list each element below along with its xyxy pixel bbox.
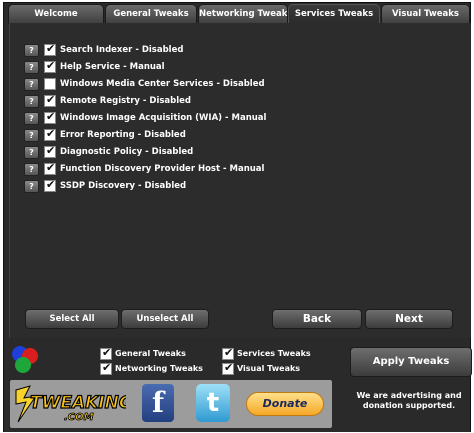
checkmark-icon: ✔: [102, 361, 112, 374]
logo-sub-text: .COM: [64, 412, 94, 423]
services-tweaks-label: Services Tweaks: [237, 349, 311, 358]
service-checkbox[interactable]: ✔: [44, 144, 56, 158]
service-label: Help Service - Manual: [60, 62, 165, 72]
general-tweaks-checkbox[interactable]: ✔: [100, 346, 112, 360]
service-checkbox[interactable]: ✔: [44, 59, 56, 73]
tab-bar: Welcome General Tweaks Networking Tweaks…: [5, 4, 470, 25]
services-panel: ? ✔ Search Indexer - Disabled ? ✔ Help S…: [9, 23, 471, 338]
service-checkbox[interactable]: ✔: [44, 127, 56, 141]
checkmark-icon: ✔: [46, 161, 56, 174]
help-button[interactable]: ?: [24, 78, 39, 91]
service-label: Error Reporting - Disabled: [60, 130, 186, 140]
checkmark-icon: ✔: [46, 42, 56, 55]
donate-button[interactable]: Donate: [246, 392, 324, 416]
checkmark-icon: ✔: [46, 93, 56, 106]
help-button[interactable]: ?: [24, 146, 39, 159]
twitter-icon[interactable]: t: [196, 384, 230, 422]
checkmark-icon: ✔: [224, 346, 234, 359]
checkmark-icon: ✔: [46, 144, 56, 157]
general-tweaks-label: General Tweaks: [115, 349, 186, 358]
service-checkbox[interactable]: ✔: [44, 42, 56, 56]
visual-tweaks-checkbox[interactable]: ✔: [222, 361, 234, 375]
networking-tweaks-checkbox[interactable]: ✔: [100, 361, 112, 375]
service-label: Diagnostic Policy - Disabled: [60, 147, 194, 157]
ad-notice: We are advertising and donation supporte…: [356, 391, 462, 410]
checkmark-icon: ✔: [46, 127, 56, 140]
help-button[interactable]: ?: [24, 180, 39, 193]
service-label: Remote Registry - Disabled: [60, 96, 192, 106]
apply-tweaks-button[interactable]: Apply Tweaks: [350, 347, 472, 377]
service-checkbox[interactable]: [44, 78, 56, 90]
bottom-bar: ✔ General Tweaks ✔ Services Tweaks ✔ Net…: [4, 340, 472, 432]
service-checkbox[interactable]: ✔: [44, 161, 56, 175]
tab-general-tweaks[interactable]: General Tweaks: [105, 4, 197, 24]
visual-tweaks-label: Visual Tweaks: [237, 364, 301, 373]
checkmark-icon: ✔: [46, 178, 56, 191]
select-all-button[interactable]: Select All: [25, 309, 119, 329]
checkmark-icon: ✔: [102, 346, 112, 359]
help-button[interactable]: ?: [24, 112, 39, 125]
help-button[interactable]: ?: [24, 44, 39, 57]
tweaking-logo[interactable]: TWEAKING .COM: [14, 384, 126, 424]
unselect-all-button[interactable]: Unselect All: [121, 309, 209, 329]
color-circles-icon: [12, 346, 38, 373]
tab-services-tweaks[interactable]: Services Tweaks: [288, 4, 380, 25]
networking-tweaks-label: Networking Tweaks: [115, 364, 203, 373]
logo-bar: TWEAKING .COM f t Donate: [10, 380, 332, 428]
checkmark-icon: ✔: [46, 59, 56, 72]
service-checkbox[interactable]: ✔: [44, 110, 56, 124]
checkmark-icon: ✔: [224, 361, 234, 374]
service-checkbox[interactable]: ✔: [44, 93, 56, 107]
service-label: SSDP Discovery - Disabled: [60, 181, 187, 191]
tab-welcome[interactable]: Welcome: [8, 4, 104, 24]
service-label: Search Indexer - Disabled: [60, 45, 184, 55]
service-label: Windows Media Center Services - Disabled: [60, 79, 265, 89]
help-button[interactable]: ?: [24, 95, 39, 108]
logo-main-text: TWEAKING: [30, 393, 126, 413]
help-button[interactable]: ?: [24, 129, 39, 142]
checkmark-icon: ✔: [46, 110, 56, 123]
help-button[interactable]: ?: [24, 163, 39, 176]
tab-networking-tweaks[interactable]: Networking Tweaks: [198, 4, 288, 24]
service-label: Windows Image Acquisition (WIA) - Manual: [60, 113, 267, 123]
next-button[interactable]: Next: [365, 309, 453, 329]
service-label: Function Discovery Provider Host - Manua…: [60, 164, 265, 174]
help-button[interactable]: ?: [24, 61, 39, 74]
services-tweaks-checkbox[interactable]: ✔: [222, 346, 234, 360]
tab-visual-tweaks[interactable]: Visual Tweaks: [381, 4, 470, 24]
service-checkbox[interactable]: ✔: [44, 178, 56, 192]
back-button[interactable]: Back: [272, 309, 362, 329]
facebook-icon[interactable]: f: [142, 384, 174, 422]
